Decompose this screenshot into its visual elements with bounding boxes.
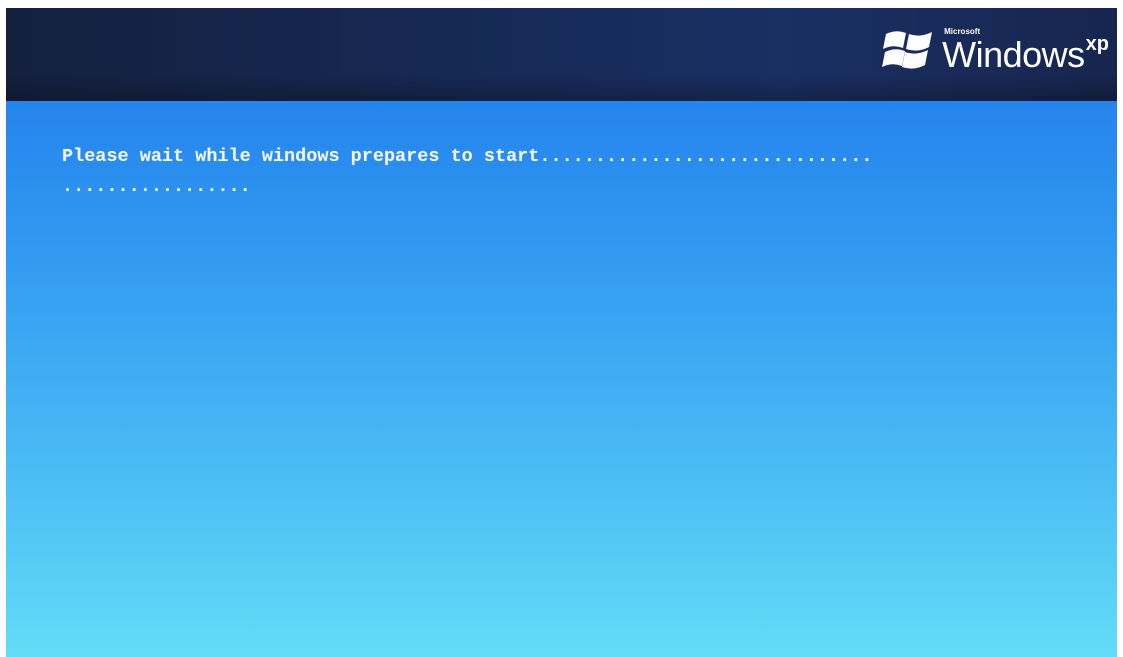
- logo-wordmark: Microsoft Windows xp: [942, 27, 1109, 73]
- microsoft-label: Microsoft: [944, 27, 981, 36]
- boot-message-line-2: .................: [62, 176, 251, 197]
- windows-xp-logo: Microsoft Windows xp: [882, 20, 1109, 80]
- windows-label: Windows: [942, 34, 1085, 75]
- boot-message-line-1: Please wait while windows prepares to st…: [62, 146, 873, 167]
- windows-flag-icon: [882, 31, 933, 69]
- boot-screen: Microsoft Windows xp Please wait while w…: [6, 8, 1117, 657]
- boot-message: Please wait while windows prepares to st…: [62, 142, 1117, 202]
- xp-label: xp: [1085, 33, 1109, 55]
- top-banner: Microsoft Windows xp: [6, 8, 1117, 101]
